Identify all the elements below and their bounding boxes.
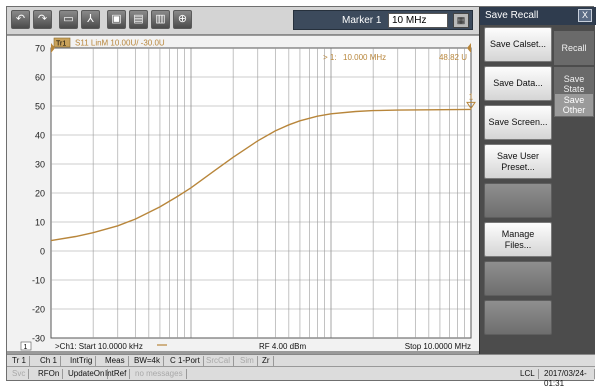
status-item: no messages [132, 369, 187, 379]
status-item: BW=4k [131, 356, 165, 366]
status-item: Ch 1 [37, 356, 61, 366]
marker-readout-value: 48.82 U [439, 53, 467, 62]
save-user-preset-button[interactable]: Save User Preset... [484, 144, 552, 179]
keypad-icon[interactable]: ▦ [453, 13, 469, 28]
status-item: Meas [102, 356, 129, 366]
side-panel-header: Save Recall X [480, 7, 596, 25]
status-item: RFOn [35, 369, 64, 379]
y-tick-label: 0 [40, 247, 45, 257]
status-item: Tr 1 [9, 356, 30, 366]
footer-stop-frequency: Stop 10.0000 MHz [405, 342, 471, 351]
toolbar: ↶ ↷ ▭ ⅄ ▣ ▤ ▥ ⊕ Marker 1 10 MHz ▦ [7, 7, 479, 35]
measurement-plot[interactable]: 70 60 50 40 30 20 10 0 -10 -20 -30 1 Tr1 S11 LinM 10.… [7, 36, 479, 351]
channel-badge: 1 [24, 344, 28, 351]
status-bar-bottom: Svc RFOn UpdateOn IntRef no messages LCL 2017/… [7, 366, 595, 388]
footer-rf-power: RF 4.00 dBm [259, 342, 306, 351]
save-calset-button[interactable]: Save Calset... [484, 27, 552, 62]
y-tick-label: 10 [35, 218, 45, 228]
save-recall-panel: Save Recall X Save Calset... Save Data...… [479, 7, 596, 354]
status-item: Sim [237, 356, 258, 366]
close-icon[interactable]: X [578, 9, 592, 22]
delete-icon[interactable]: ▥ [151, 10, 170, 29]
print-icon[interactable]: ▤ [129, 10, 148, 29]
y-tick-label: 30 [35, 160, 45, 170]
manage-files-button[interactable]: Manage Files... [484, 222, 552, 257]
tab-recall[interactable]: Recall [554, 31, 594, 65]
y-tick-label: 40 [35, 131, 45, 141]
status-item: C 1-Port [167, 356, 204, 366]
marker-readout-frequency: 10.000 MHz [343, 53, 386, 62]
status-item: LCL [517, 369, 539, 379]
status-item: SrcCal [203, 356, 235, 366]
undo-icon[interactable]: ↶ [11, 10, 30, 29]
redo-icon[interactable]: ↷ [33, 10, 52, 29]
status-item: Zr [259, 356, 274, 366]
empty-softkey-1[interactable] [484, 183, 552, 218]
marker-readout-label: > 1: [323, 53, 337, 62]
open-folder-icon[interactable]: ▭ [59, 10, 78, 29]
y-tick-label: -10 [32, 276, 45, 286]
side-panel-title: Save Recall [485, 10, 539, 21]
status-item: 2017/03/24-01:31 [541, 369, 595, 388]
footer-start-frequency: >Ch1: Start 10.0000 kHz [55, 342, 143, 351]
save-data-button[interactable]: Save Data... [484, 66, 552, 101]
y-tick-label: 20 [35, 189, 45, 199]
status-item: IntTrig [67, 356, 97, 366]
trace-badge: Tr1 [56, 41, 66, 48]
marker-label: Marker 1 [342, 15, 382, 26]
marker-frequency-input[interactable]: 10 MHz [388, 13, 448, 28]
trace-title: S11 LinM 10.00U/ -30.0U [75, 39, 165, 48]
empty-softkey-2[interactable] [484, 261, 552, 296]
marker-1-flag: 1 [469, 92, 474, 101]
save-icon[interactable]: ▣ [107, 10, 126, 29]
status-item: IntRef [102, 369, 131, 379]
y-tick-label: 70 [35, 44, 45, 54]
zoom-icon[interactable]: ⊕ [173, 10, 192, 29]
tab-save-other[interactable]: Save Other [554, 93, 594, 117]
status-bar-top: Tr 1 Ch 1 IntTrig Meas BW=4k C 1-Port SrcCal Si… [7, 354, 595, 366]
save-screen-button[interactable]: Save Screen... [484, 105, 552, 140]
y-tick-label: 60 [35, 73, 45, 83]
analyzer-window: ↶ ↷ ▭ ⅄ ▣ ▤ ▥ ⊕ Marker 1 10 MHz ▦ 70 60 50 40 30 20 1… [6, 6, 596, 388]
y-tick-label: -30 [32, 334, 45, 344]
y-tick-label: 50 [35, 102, 45, 112]
trace-chart: 70 60 50 40 30 20 10 0 -10 -20 -30 1 Tr1 S11 LinM 10.… [20, 37, 476, 351]
trace-icon[interactable]: ⅄ [81, 10, 100, 29]
status-item: Svc [9, 369, 30, 379]
marker-entry: Marker 1 10 MHz ▦ [293, 10, 473, 30]
y-tick-label: -20 [32, 305, 45, 315]
empty-softkey-3[interactable] [484, 300, 552, 335]
